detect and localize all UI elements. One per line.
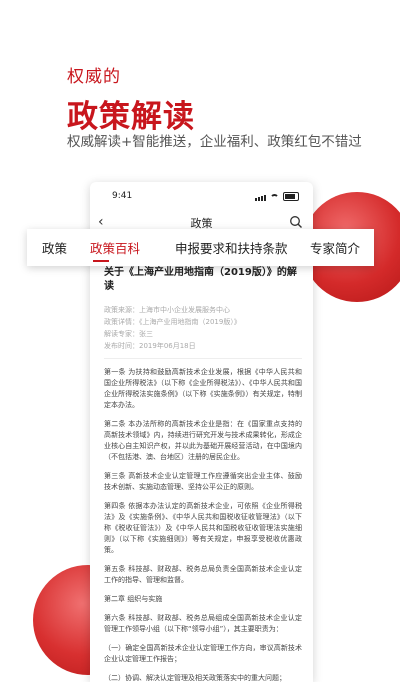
article-paragraph: 第六条 科技部、财政部、税务总局组成全国高新技术企业认定管理工作领导小组（以下称…	[104, 614, 302, 633]
category-tab-bar: 政策 政策百科 申报要求和扶持条款 专家简介	[27, 229, 374, 266]
search-icon[interactable]	[289, 215, 303, 229]
tab-expert-profiles[interactable]: 专家简介	[310, 238, 360, 257]
article-paragraph: 第一条 为扶持和鼓励高新技术企业发展，根据《中华人民共和国企业所得税法》（以下称…	[104, 368, 302, 409]
article-paragraph: 第三条 高新技术企业认定管理工作应遵循突出企业主体、鼓励技术创新、实施动态管理、…	[104, 472, 302, 491]
hero-description: 权威解读+智能推送，企业福利、政策红包不错过	[67, 134, 362, 150]
article: 关于《上海产业用地指南（2019版）》的解读 政策来源：上海市中小企业发展服务中…	[104, 266, 302, 682]
chapter-heading: 第二章 组织与实施	[104, 595, 163, 603]
battery-icon	[283, 192, 299, 201]
article-title: 关于《上海产业用地指南（2019版）》的解读	[104, 267, 297, 292]
active-tab-indicator	[93, 260, 109, 262]
tab-application-requirements[interactable]: 申报要求和扶持条款	[175, 238, 288, 257]
divider	[104, 358, 302, 359]
meta-source: 政策来源：上海市中小企业发展服务中心	[104, 306, 230, 314]
article-paragraph: 第五条 科技部、财政部、税务总局负责全国高新技术企业认定工作的指导、管理和监督。	[104, 565, 302, 584]
article-paragraph: 第四条 依据本办法认定的高新技术企业，可依照《企业所得税法》及《实施条例》、《中…	[104, 502, 302, 554]
status-bar: 9:41	[90, 182, 313, 210]
meta-policy: 政策详情：《上海产业用地指南（2019版）》	[104, 318, 241, 326]
hero: 权威的 政策解读	[67, 62, 195, 136]
article-paragraph: 第二条 本办法所称的高新技术企业是指：在《国家重点支持的高新技术领域》内，持续进…	[104, 420, 302, 461]
hero-subtitle: 权威的	[67, 67, 121, 87]
status-time: 9:41	[112, 191, 133, 201]
article-paragraph: （一）确定全国高新技术企业认定管理工作方向，审议高新技术企业认定管理工作报告；	[104, 644, 302, 663]
meta-date: 发布时间：2019年06月18日	[104, 342, 196, 350]
wifi-icon	[270, 194, 279, 201]
tab-policy-encyclopedia[interactable]: 政策百科	[90, 238, 140, 257]
article-meta: 政策来源：上海市中小企业发展服务中心 政策详情：《上海产业用地指南（2019版）…	[104, 304, 302, 352]
tab-policy[interactable]: 政策	[42, 238, 67, 257]
meta-expert: 解读专家：张三	[104, 330, 153, 338]
article-paragraph: （二）协调、解决认定管理及相关政策落实中的重大问题；	[104, 674, 286, 682]
signal-icon	[255, 195, 266, 201]
